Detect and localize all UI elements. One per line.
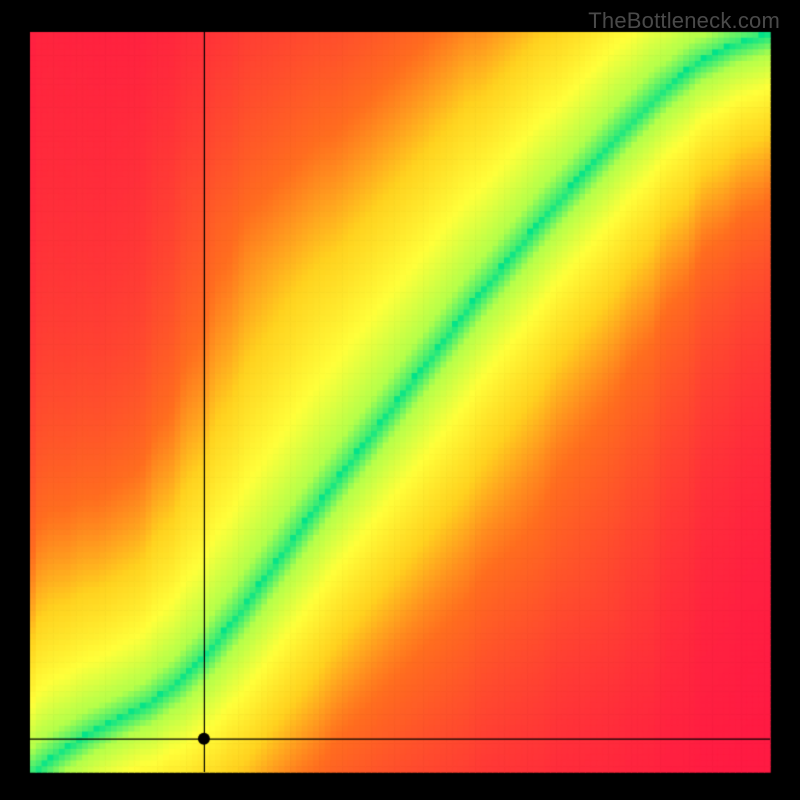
heatmap-canvas [0, 0, 800, 800]
watermark-text: TheBottleneck.com [588, 8, 780, 34]
chart-container: TheBottleneck.com [0, 0, 800, 800]
